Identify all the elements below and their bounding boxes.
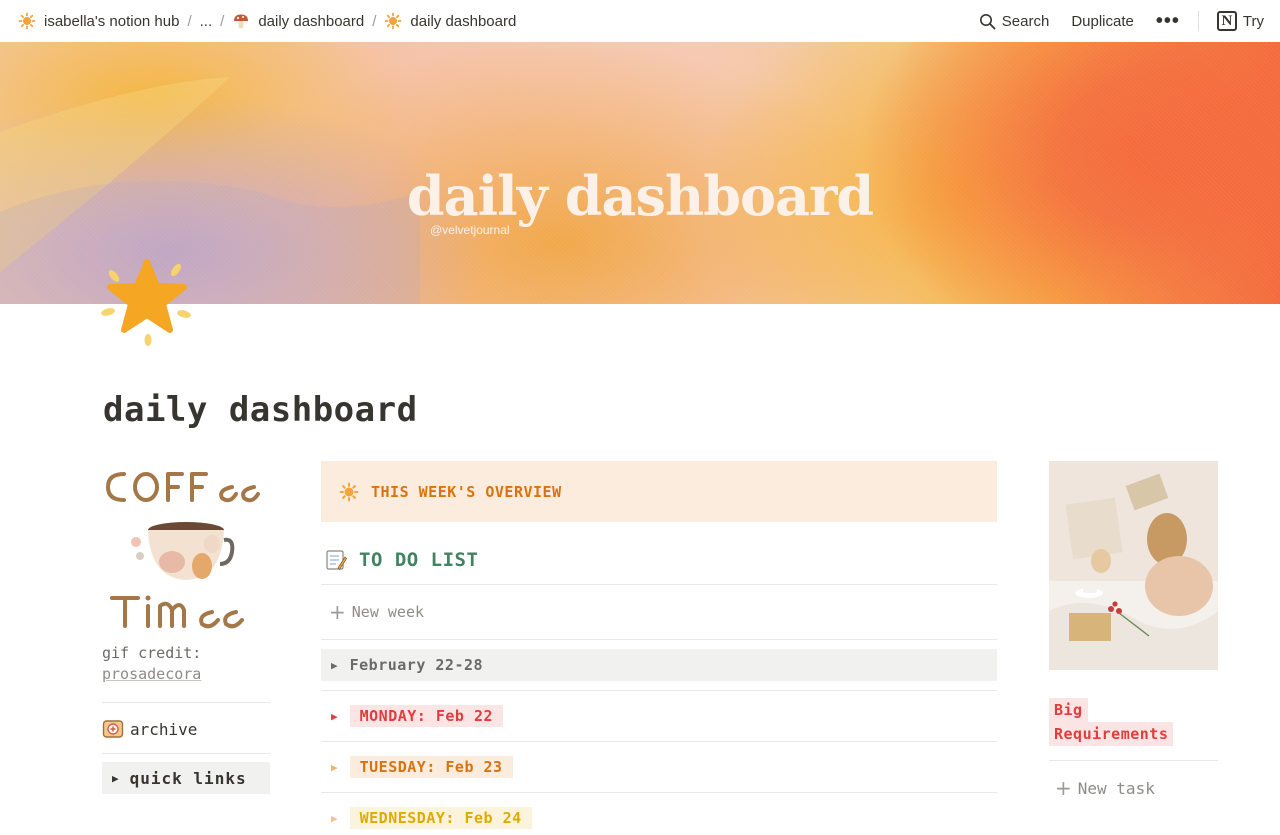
todo-list-heading[interactable]: TO DO LIST bbox=[321, 536, 997, 584]
search-icon bbox=[979, 13, 996, 29]
big-requirements-tag[interactable]: Big Requirements bbox=[1049, 698, 1174, 746]
left-column: gif credit: prosadecora archive ▶ quick … bbox=[102, 460, 270, 794]
plus-icon: + bbox=[1055, 776, 1072, 800]
breadcrumb-item-hub[interactable]: isabella's notion hub bbox=[12, 9, 185, 33]
archive-icon bbox=[102, 720, 124, 738]
center-column: THIS WEEK'S OVERVIEW TO DO LIST + New we… bbox=[321, 461, 997, 835]
new-task-button[interactable]: + New task bbox=[1049, 761, 1218, 815]
divider bbox=[102, 753, 270, 754]
aesthetic-photo bbox=[1049, 461, 1218, 670]
breadcrumb-item-parent-dashboard[interactable]: daily dashboard bbox=[226, 9, 370, 33]
toolbar-divider bbox=[1197, 11, 1199, 31]
breadcrumb-separator: / bbox=[372, 12, 377, 30]
mushroom-icon bbox=[234, 14, 249, 28]
cover-title: daily dashboard bbox=[406, 164, 874, 228]
week-group-label: February 22-28 bbox=[349, 656, 484, 674]
quick-links-label: quick links bbox=[129, 768, 247, 788]
search-label: Search bbox=[1001, 12, 1050, 30]
top-bar: isabella's notion hub / ... / daily dash… bbox=[0, 0, 1280, 42]
weekly-overview-callout[interactable]: THIS WEEK'S OVERVIEW bbox=[321, 461, 997, 522]
overview-label: THIS WEEK'S OVERVIEW bbox=[371, 482, 562, 501]
day-toggle-monday[interactable]: ▶ MONDAY: Feb 22 bbox=[321, 691, 997, 741]
gif-credit-label: gif credit: bbox=[102, 644, 202, 662]
page-title[interactable]: daily dashboard bbox=[103, 390, 418, 430]
tag-line: Requirements bbox=[1049, 722, 1174, 746]
try-label: Try bbox=[1242, 12, 1264, 30]
new-week-label: New week bbox=[351, 603, 425, 621]
toggle-triangle-icon: ▶ bbox=[331, 811, 338, 825]
tag-line: Big bbox=[1049, 698, 1088, 722]
plus-icon: + bbox=[329, 600, 346, 624]
more-options-button[interactable]: ••• bbox=[1152, 8, 1184, 34]
day-toggle-tuesday[interactable]: ▶ TUESDAY: Feb 23 bbox=[321, 742, 997, 792]
coffee-time-gif bbox=[106, 472, 260, 629]
try-notion-button[interactable]: N Try bbox=[1213, 8, 1268, 34]
todo-list-label: TO DO LIST bbox=[359, 549, 479, 571]
duplicate-label: Duplicate bbox=[1071, 12, 1134, 30]
breadcrumb-label: daily dashboard bbox=[258, 12, 365, 30]
breadcrumb-separator: / bbox=[220, 12, 225, 30]
right-column: Big Requirements + New task bbox=[1049, 461, 1218, 815]
archive-link[interactable]: archive bbox=[102, 715, 270, 743]
toggle-triangle-icon: ▶ bbox=[331, 709, 338, 723]
breadcrumb-label: isabella's notion hub bbox=[44, 12, 180, 30]
breadcrumb-label: daily dashboard bbox=[410, 12, 517, 30]
toggle-triangle-icon: ▶ bbox=[331, 760, 338, 774]
sun-icon bbox=[339, 482, 359, 501]
new-week-button[interactable]: + New week bbox=[321, 585, 997, 639]
divider bbox=[102, 702, 270, 703]
week-group-toggle[interactable]: ▶ February 22-28 bbox=[321, 649, 997, 681]
sun-icon bbox=[18, 12, 36, 30]
day-toggle-wednesday[interactable]: ▶ WEDNESDAY: Feb 24 bbox=[321, 793, 997, 835]
breadcrumb-item-ellipsis[interactable]: ... bbox=[194, 10, 219, 33]
day-label: WEDNESDAY: Feb 24 bbox=[349, 807, 532, 829]
new-task-label: New task bbox=[1077, 778, 1155, 798]
cover-handle: @velvetjournal bbox=[430, 223, 510, 237]
archive-label: archive bbox=[130, 719, 198, 739]
star-icon[interactable] bbox=[100, 256, 194, 350]
day-label: MONDAY: Feb 22 bbox=[349, 705, 504, 727]
memo-icon bbox=[326, 550, 347, 571]
day-label: TUESDAY: Feb 23 bbox=[349, 756, 513, 778]
notion-logo-icon: N bbox=[1216, 11, 1237, 31]
more-icon: ••• bbox=[1155, 10, 1180, 32]
duplicate-button[interactable]: Duplicate bbox=[1067, 10, 1138, 33]
toggle-triangle-icon: ▶ bbox=[331, 658, 338, 672]
divider bbox=[321, 639, 997, 640]
breadcrumb-label: ... bbox=[199, 12, 213, 30]
toggle-triangle-icon: ▶ bbox=[112, 771, 120, 785]
top-actions: Search Duplicate ••• N Try bbox=[975, 8, 1268, 34]
breadcrumb-item-current-dashboard[interactable]: daily dashboard bbox=[378, 9, 522, 33]
breadcrumb-separator: / bbox=[187, 12, 192, 30]
quick-links-toggle[interactable]: ▶ quick links bbox=[102, 762, 270, 794]
sun-icon bbox=[385, 12, 402, 30]
search-button[interactable]: Search bbox=[975, 10, 1054, 33]
gif-credit-link[interactable]: prosadecora bbox=[102, 664, 270, 684]
